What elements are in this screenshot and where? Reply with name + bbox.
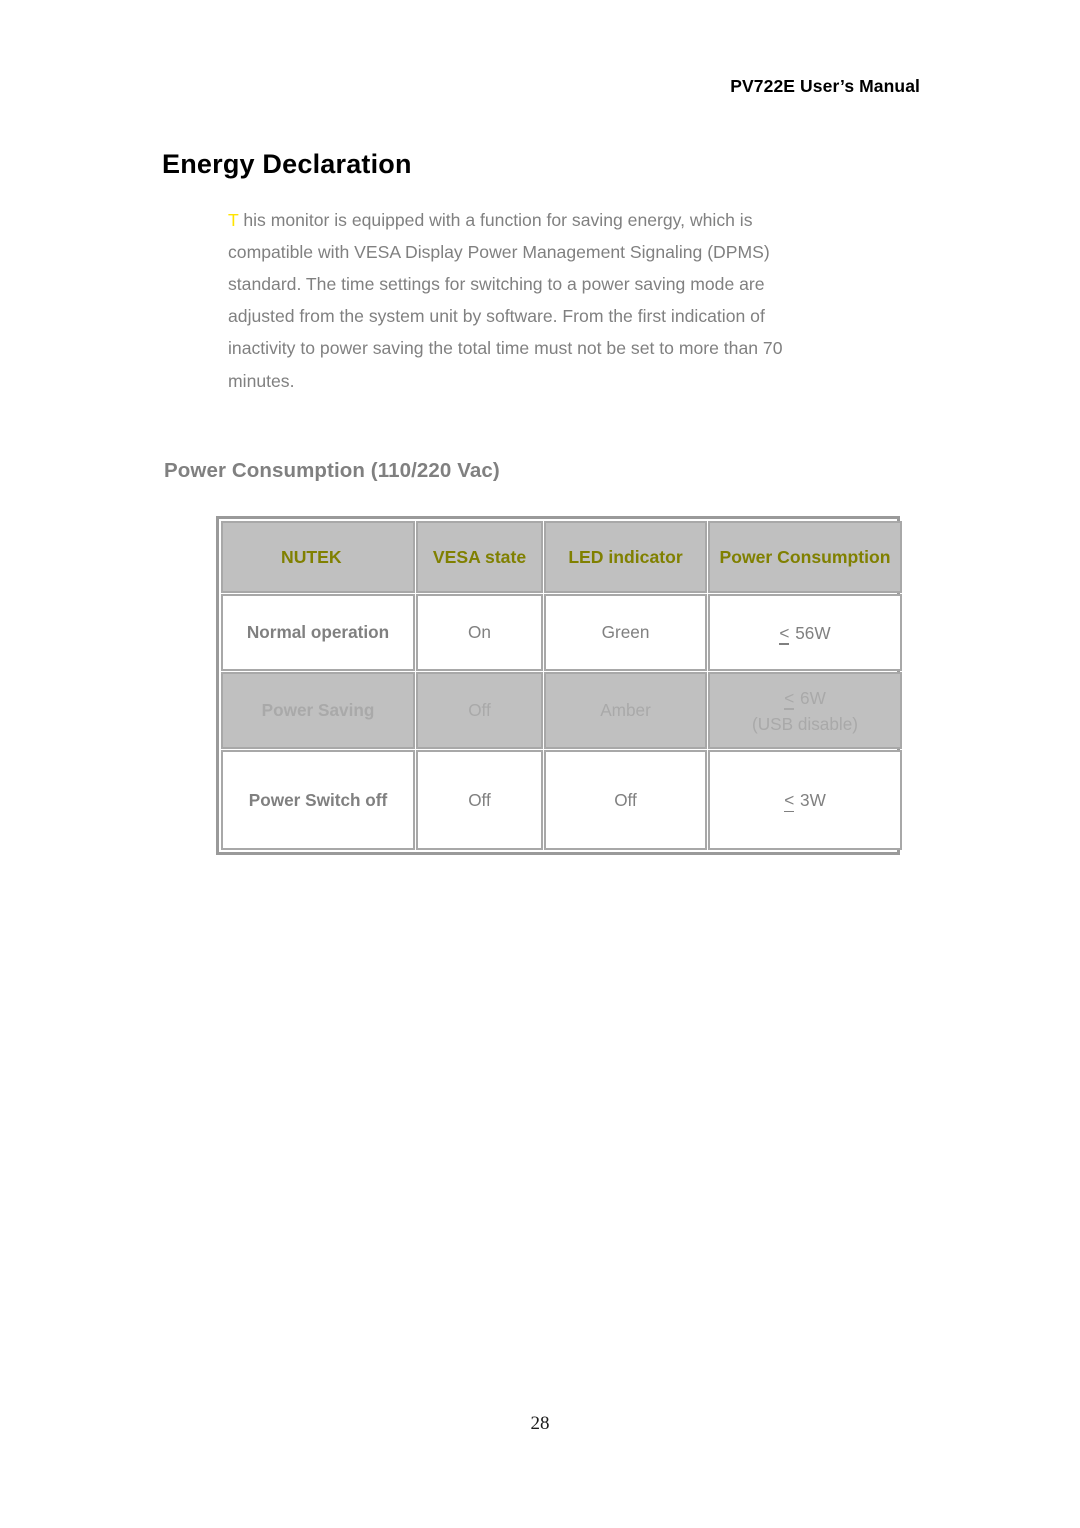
cell-nutek: Power Saving bbox=[221, 672, 415, 749]
column-header-vesa-state: VESA state bbox=[416, 521, 543, 593]
page-number: 28 bbox=[530, 1413, 550, 1434]
cell-power-consumption: < 6W (USB disable) bbox=[708, 672, 902, 749]
power-value: 56W bbox=[790, 622, 831, 643]
cell-nutek: Normal operation bbox=[221, 594, 415, 671]
power-consumption-table: NUTEK VESA state LED indicator Power Con… bbox=[216, 516, 902, 855]
column-header-led-indicator: LED indicator bbox=[544, 521, 707, 593]
cell-led-indicator: Green bbox=[544, 594, 707, 671]
table-row: Normal operation On Green < 56W bbox=[221, 594, 902, 671]
less-than-or-equal-icon: < bbox=[784, 685, 795, 711]
cell-led-indicator: Off bbox=[544, 750, 707, 850]
cell-led-indicator: Amber bbox=[544, 672, 707, 749]
power-value: 6W bbox=[795, 687, 826, 708]
document-page: PV722E User’s Manual Energy Declaration … bbox=[0, 0, 1080, 1528]
power-note: (USB disable) bbox=[751, 713, 859, 734]
table-header-row: NUTEK VESA state LED indicator Power Con… bbox=[221, 521, 902, 593]
table-row: Power Saving Off Amber < 6W (USB disable) bbox=[221, 672, 902, 749]
intro-body-text: his monitor is equipped with a function … bbox=[228, 209, 783, 391]
table-row: Power Switch off Off Off < 3W bbox=[221, 750, 902, 850]
cell-power-consumption: < 3W bbox=[708, 750, 902, 850]
cell-vesa-state: Off bbox=[416, 750, 543, 850]
less-than-or-equal-icon: < bbox=[779, 620, 790, 646]
power-value: 3W bbox=[795, 790, 826, 810]
cell-power-consumption: < 56W bbox=[708, 594, 902, 671]
column-header-nutek: NUTEK bbox=[221, 521, 415, 593]
intro-dropcap: T bbox=[228, 209, 239, 230]
cell-vesa-state: On bbox=[416, 594, 543, 671]
cell-vesa-state: Off bbox=[416, 672, 543, 749]
page-title: Energy Declaration bbox=[162, 149, 412, 180]
section-subtitle: Power Consumption (110/220 Vac) bbox=[164, 459, 500, 482]
column-header-power-consumption: Power Consumption bbox=[708, 521, 902, 593]
running-header: PV722E User’s Manual bbox=[730, 76, 920, 96]
intro-paragraph: T his monitor is equipped with a functio… bbox=[228, 204, 828, 397]
cell-nutek: Power Switch off bbox=[221, 750, 415, 850]
less-than-or-equal-icon: < bbox=[784, 787, 795, 813]
